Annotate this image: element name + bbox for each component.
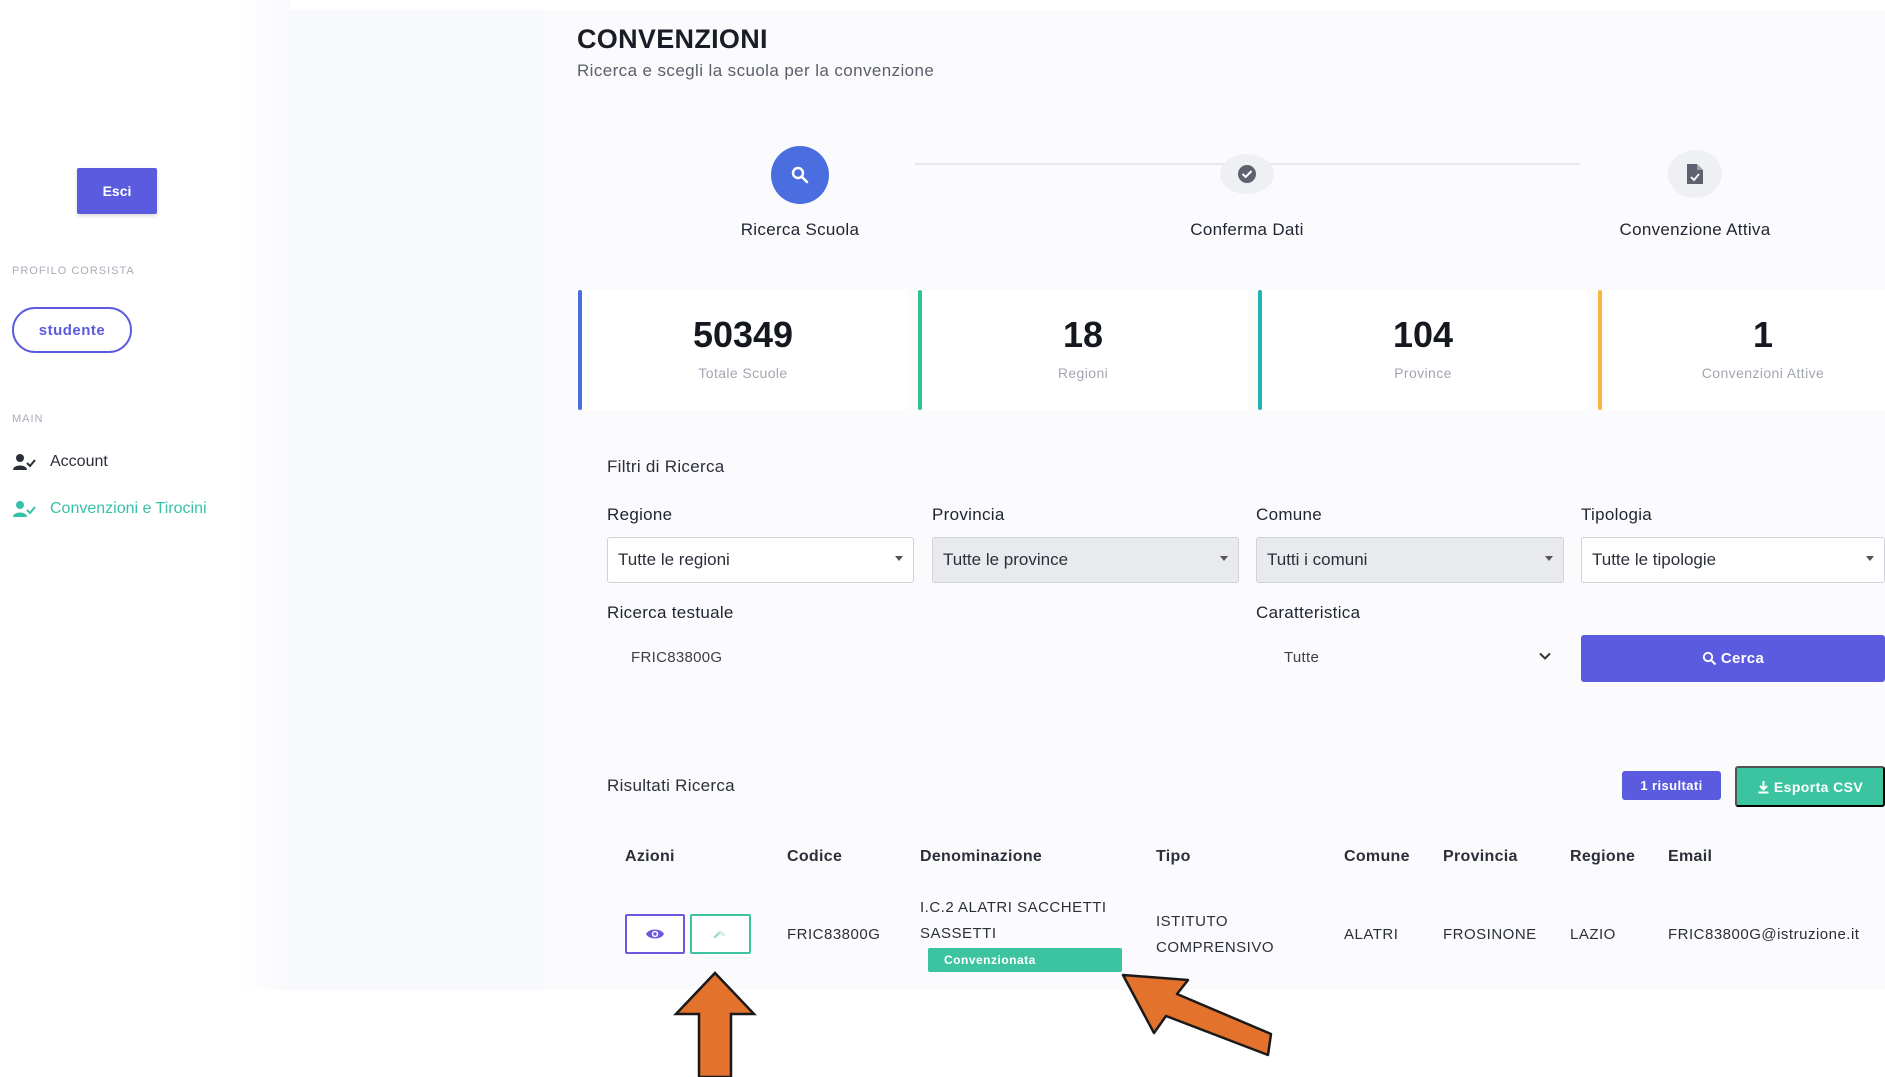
comune-select-value: Tutti i comuni	[1267, 550, 1368, 569]
tipologia-select-value: Tutte le tipologie	[1592, 550, 1717, 569]
stat-label: Totale Scuole	[698, 365, 788, 381]
regione-select[interactable]: Tutte le regioni	[607, 537, 914, 583]
stat-label: Regioni	[1057, 365, 1109, 381]
profile-role-pill[interactable]: studente	[12, 307, 132, 353]
chevron-down-icon	[1539, 652, 1551, 660]
regione-select-value: Tutte le regioni	[618, 550, 730, 569]
cell-denominazione-line1: I.C.2 ALATRI SACCHETTI	[920, 899, 1107, 916]
page-subtitle: Ricerca e scegli la scuola per la conven…	[577, 61, 935, 80]
cell-denominazione-line2: SASSETTI	[920, 925, 997, 942]
results-title: Risultati Ricerca	[607, 776, 735, 795]
cell-tipo-line1: ISTITUTO	[1156, 913, 1229, 930]
search-icon	[791, 166, 809, 184]
search-button[interactable]: Cerca	[1581, 635, 1885, 682]
caret-down-icon	[1220, 556, 1228, 561]
user-check-icon	[13, 501, 36, 517]
cell-regione: LAZIO	[1570, 926, 1616, 943]
stat-totale-scuole: 50349 Totale Scuole	[578, 290, 908, 410]
annotation-arrow-up	[673, 971, 757, 1077]
page-title: CONVENZIONI	[577, 24, 768, 54]
col-header-denominazione: Denominazione	[920, 848, 1043, 865]
main-section-label: MAIN	[12, 413, 44, 425]
sidebar-item-convenzioni[interactable]: Convenzioni e Tirocini	[12, 499, 207, 519]
create-convenzione-button[interactable]	[690, 914, 751, 954]
col-header-regione: Regione	[1570, 848, 1636, 865]
search-icon	[1702, 651, 1717, 666]
col-header-azioni: Azioni	[625, 848, 675, 865]
provincia-select[interactable]: Tutte le province	[932, 537, 1239, 583]
sidebar-item-label: Account	[50, 453, 108, 470]
step-label-convenzione: Convenzione Attiva	[1619, 220, 1771, 239]
comune-label: Comune	[1256, 505, 1323, 524]
col-header-email: Email	[1668, 848, 1713, 865]
ricerca-testuale-input[interactable]: FRIC83800G	[607, 634, 1239, 680]
link-icon	[713, 930, 725, 939]
export-csv-label: Esporta CSV	[1773, 778, 1864, 795]
file-check-icon	[1687, 164, 1703, 184]
cell-email: FRIC83800G@istruzione.it	[1668, 926, 1860, 943]
stat-label: Province	[1394, 365, 1452, 381]
sidebar-shadow	[240, 0, 290, 990]
tipologia-label: Tipologia	[1581, 505, 1653, 524]
export-csv-button[interactable]: Esporta CSV	[1735, 766, 1885, 807]
caratteristica-select-value: Tutte	[1284, 648, 1320, 666]
view-school-button[interactable]	[625, 914, 685, 954]
logout-button[interactable]: Esci	[77, 168, 157, 214]
step-conferma-dati[interactable]	[1220, 154, 1274, 194]
results-count-button[interactable]: 1 risultati	[1622, 771, 1721, 800]
cell-codice: FRIC83800G	[787, 926, 881, 943]
stat-value: 50349	[692, 314, 794, 355]
provincia-select-value: Tutte le province	[943, 550, 1069, 569]
step-label-conferma: Conferma Dati	[1190, 220, 1304, 239]
filters-title: Filtri di Ricerca	[607, 457, 725, 476]
comune-select[interactable]: Tutti i comuni	[1256, 537, 1564, 583]
stat-value: 18	[1062, 314, 1104, 355]
profile-section-label: PROFILO CORSISTA	[12, 265, 135, 277]
ricerca-testuale-label: Ricerca testuale	[607, 603, 734, 622]
cell-provincia: FROSINONE	[1443, 926, 1537, 943]
download-icon	[1758, 780, 1769, 793]
col-header-provincia: Provincia	[1443, 848, 1518, 865]
sidebar-item-label: Convenzioni e Tirocini	[50, 500, 207, 517]
caret-down-icon	[1866, 556, 1874, 561]
eye-icon	[646, 929, 664, 939]
cell-tipo-line2: COMPRENSIVO	[1156, 939, 1275, 956]
sidebar-item-account[interactable]: Account	[12, 452, 108, 472]
stat-regioni: 18 Regioni	[918, 290, 1248, 410]
stat-value: 104	[1392, 314, 1454, 355]
annotation-arrow-diagonal	[1121, 973, 1273, 1057]
regione-label: Regione	[607, 505, 673, 524]
stat-label: Convenzioni Attive	[1701, 365, 1825, 381]
step-ricerca-scuola[interactable]	[771, 146, 829, 204]
col-header-codice: Codice	[787, 848, 843, 865]
status-badge: Convenzionata	[928, 948, 1122, 972]
cell-comune: ALATRI	[1344, 926, 1399, 943]
col-header-tipo: Tipo	[1156, 848, 1191, 865]
step-convenzione-attiva[interactable]	[1668, 150, 1722, 198]
stat-convenzioni-attive: 1 Convenzioni Attive	[1598, 290, 1885, 410]
caret-down-icon	[1545, 556, 1553, 561]
caratteristica-label: Caratteristica	[1256, 603, 1361, 622]
stat-value: 1	[1752, 314, 1774, 355]
step-label-ricerca: Ricerca Scuola	[740, 220, 860, 239]
user-check-icon	[13, 454, 36, 470]
check-circle-icon	[1238, 165, 1256, 183]
provincia-label: Provincia	[932, 505, 1005, 524]
stat-province: 104 Province	[1258, 290, 1588, 410]
tipologia-select[interactable]: Tutte le tipologie	[1581, 537, 1885, 583]
col-header-comune: Comune	[1344, 848, 1410, 865]
search-button-label: Cerca	[1720, 650, 1765, 667]
caratteristica-select[interactable]: Tutte	[1256, 634, 1564, 680]
caret-down-icon	[895, 556, 903, 561]
